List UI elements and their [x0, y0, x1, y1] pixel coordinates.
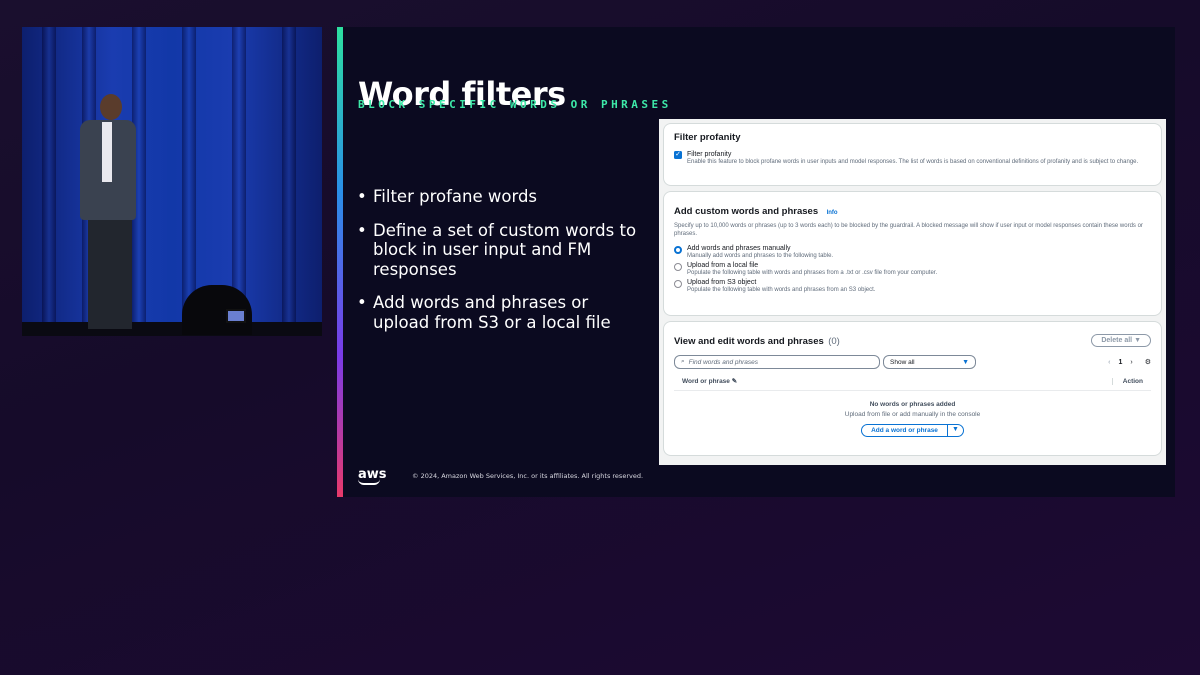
custom-words-card: Add custom words and phrases Info Specif…: [663, 191, 1162, 316]
option-desc: Populate the following table with words …: [687, 287, 876, 293]
option-label: Upload from S3 object: [687, 279, 757, 286]
profanity-card: Filter profanity ✓ Filter profanity Enab…: [663, 123, 1162, 186]
radio-manual[interactable]: [674, 246, 682, 254]
radio-s3[interactable]: [674, 280, 682, 288]
bullet-item: Filter profane words: [357, 187, 647, 207]
option-label: Upload from a local file: [687, 262, 759, 269]
profanity-checkbox-desc: Enable this feature to block profane wor…: [687, 159, 1139, 165]
slide-subtitle: BLOCK SPECIFIC WORDS OR PHRASES: [358, 98, 672, 111]
pencil-icon: ✎: [731, 378, 738, 385]
empty-subtitle: Upload from file or add manually in the …: [844, 411, 981, 418]
bullet-list: Filter profane words Define a set of cus…: [357, 187, 647, 346]
bullet-item: Define a set of custom words to block in…: [357, 221, 647, 280]
custom-desc: Specify up to 10,000 words or phrases (u…: [674, 223, 1143, 237]
col-word-header: Word or phrase: [682, 378, 730, 385]
delete-all-button[interactable]: Delete all ▼: [1091, 333, 1151, 347]
delete-all-label: Delete all: [1101, 336, 1133, 344]
speaker-legs: [88, 217, 132, 329]
profanity-checkbox-label: Filter profanity: [687, 151, 732, 158]
copyright-text: © 2024, Amazon Web Services, Inc. or its…: [412, 472, 644, 480]
curtain-fold: [42, 27, 56, 336]
search-icon: ⌕: [681, 358, 685, 365]
radio-local-file[interactable]: [674, 263, 682, 271]
page-number[interactable]: 1: [1118, 359, 1122, 366]
presentation-slide: Word filters BLOCK SPECIFIC WORDS OR PHR…: [337, 27, 1175, 497]
words-table-card: View and edit words and phrases (0) Dele…: [663, 321, 1162, 456]
aws-smile-icon: [358, 479, 380, 485]
accent-bar: [337, 27, 343, 497]
stage-floor: [22, 322, 322, 336]
filter-select[interactable]: Show all ▼: [883, 355, 976, 369]
table-count: (0): [828, 336, 840, 347]
search-placeholder: Find words and phrases: [688, 358, 759, 366]
phone-screen: [226, 309, 246, 323]
option-label: Add words and phrases manually: [687, 245, 791, 252]
option-desc: Populate the following table with words …: [687, 270, 938, 276]
col-action-header: Action: [1111, 377, 1143, 385]
check-icon[interactable]: ✓: [674, 151, 682, 159]
info-link[interactable]: Info: [827, 210, 838, 216]
console-screenshot: Filter profanity ✓ Filter profanity Enab…: [659, 119, 1166, 465]
chevron-right-icon[interactable]: ›: [1130, 359, 1132, 366]
search-input[interactable]: ⌕ Find words and phrases: [674, 355, 880, 369]
add-word-button[interactable]: Add a word or phrase: [861, 424, 948, 437]
caret-down-icon[interactable]: ▼: [946, 424, 964, 437]
option-desc: Manually add words and phrases to the fo…: [687, 253, 834, 259]
gear-icon[interactable]: ⚙: [1145, 358, 1151, 366]
caret-down-icon: ▼: [1134, 336, 1141, 344]
pagination: ‹ 1 › ⚙: [1108, 358, 1151, 367]
chevron-left-icon[interactable]: ‹: [1108, 359, 1110, 366]
caret-down-icon: ▼: [962, 358, 969, 366]
speaker-shirt: [102, 122, 112, 182]
filter-value: Show all: [890, 358, 915, 366]
profanity-heading: Filter profanity: [674, 132, 741, 143]
curtain-fold: [282, 27, 296, 336]
table-heading: View and edit words and phrases: [674, 336, 824, 347]
bullet-item: Add words and phrases or upload from S3 …: [357, 293, 647, 332]
speaker-head: [100, 94, 122, 120]
speaker-video: [22, 27, 322, 336]
custom-heading: Add custom words and phrases: [674, 206, 819, 217]
empty-title: No words or phrases added: [869, 401, 956, 408]
